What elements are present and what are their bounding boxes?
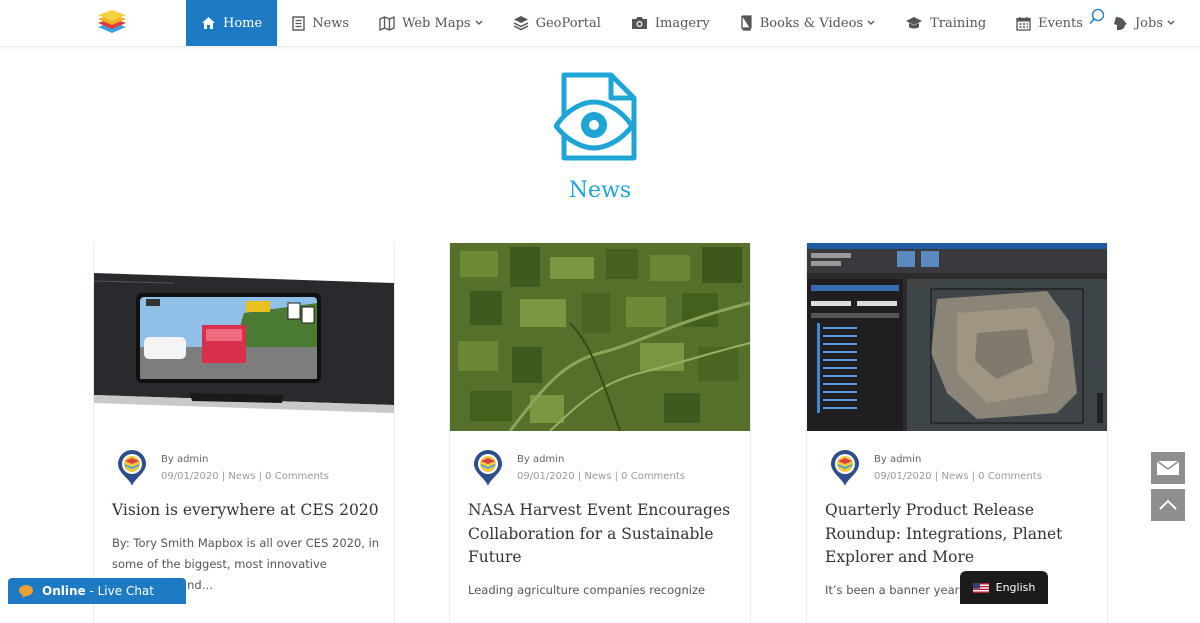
nav-item-label: Jobs [1134,15,1163,31]
chat-bubble-icon [18,584,34,598]
nav-item-label: News [312,15,350,31]
post-comments[interactable]: 0 Comments [265,471,329,482]
live-chat-button[interactable]: Online - Live Chat [8,578,186,604]
nav-item-home[interactable]: Home [186,0,278,46]
author-avatar-icon[interactable] [472,449,504,487]
post-category[interactable]: News [941,471,968,482]
post-meta: By admin 09/01/2020 | News | 0 Comments [829,449,1042,487]
book-icon [740,15,753,31]
contact-email-button[interactable] [1151,452,1185,484]
briefcase-icon [1113,16,1128,31]
nav-item-news[interactable]: News [277,0,364,46]
camera-icon [631,16,648,30]
nav-item-label: Imagery [654,15,710,31]
nav-item-label: Web Maps [402,15,471,31]
nav-item-label: Training [930,15,987,31]
page-title: News [568,178,632,203]
news-document-eye-icon [554,72,637,161]
nav-item-books-videos[interactable]: Books & Videos [725,0,890,46]
chevron-down-icon [867,20,875,26]
nav-item-label: Events [1038,15,1083,31]
chevron-up-icon [1159,499,1177,510]
post-image-dashboard-display[interactable] [94,243,394,431]
site-logo[interactable] [96,6,128,38]
nav-item-label: Home [223,15,263,31]
post-title[interactable]: Quarterly Product Release Roundup: Integ… [825,499,1097,570]
nav-item-events[interactable]: Events [1001,0,1098,46]
post-category[interactable]: News [228,471,255,482]
nav-item-label: GeoPortal [535,15,601,31]
map-icon [379,15,395,31]
nav-item-geoportal[interactable]: GeoPortal [498,0,616,46]
chat-separator: - [85,584,98,598]
post-date[interactable]: 09/01/2020 [517,471,575,482]
post-comments[interactable]: 0 Comments [978,471,1042,482]
newspaper-icon [292,15,305,31]
calendar-icon [1016,16,1031,31]
post-category[interactable]: News [584,471,611,482]
nav-item-label: Books & Videos [759,15,864,31]
post-comments[interactable]: 0 Comments [621,471,685,482]
nav-item-web-maps[interactable]: Web Maps [364,0,498,46]
chevron-down-icon [1167,20,1175,26]
post-card: By admin 09/01/2020 | News | 0 Comments … [806,243,1108,623]
post-author[interactable]: By admin [161,451,329,468]
top-navigation: Home News Web Maps GeoPortal Imagery Boo… [0,0,1200,47]
nav-item-imagery[interactable]: Imagery [616,0,725,46]
nav-item-training[interactable]: Training [890,0,1001,46]
back-to-top-button[interactable] [1151,489,1185,521]
post-image-gis-software[interactable] [807,243,1107,431]
main-menu: Home News Web Maps GeoPortal Imagery Boo… [186,0,1190,46]
envelope-icon [1156,460,1180,475]
author-avatar-icon[interactable] [829,449,861,487]
chat-label: Live Chat [97,584,154,598]
chevron-down-icon [475,20,483,26]
chat-status: Online [42,584,86,598]
post-date[interactable]: 09/01/2020 [874,471,932,482]
layers-icon [513,15,529,31]
post-excerpt: Leading agriculture companies recognize [468,583,706,597]
search-icon[interactable] [1088,8,1106,26]
post-image-satellite-farmland[interactable] [450,243,750,431]
post-meta: By admin 09/01/2020 | News | 0 Comments [472,449,685,487]
graduation-cap-icon [905,16,923,30]
nav-item-jobs[interactable]: Jobs [1098,0,1190,46]
language-switcher[interactable]: English [960,571,1048,604]
us-flag-icon [972,582,989,593]
language-label: English [995,581,1036,594]
post-title[interactable]: Vision is everywhere at CES 2020 [112,499,384,523]
author-avatar-icon[interactable] [116,449,148,487]
post-author[interactable]: By admin [874,451,1042,468]
post-date[interactable]: 09/01/2020 [161,471,219,482]
post-card: By admin 09/01/2020 | News | 0 Comments … [93,243,395,623]
home-icon [201,16,216,30]
post-title[interactable]: NASA Harvest Event Encourages Collaborat… [468,499,740,570]
post-meta: By admin 09/01/2020 | News | 0 Comments [116,449,329,487]
post-card: By admin 09/01/2020 | News | 0 Comments … [449,243,751,623]
post-author[interactable]: By admin [517,451,685,468]
